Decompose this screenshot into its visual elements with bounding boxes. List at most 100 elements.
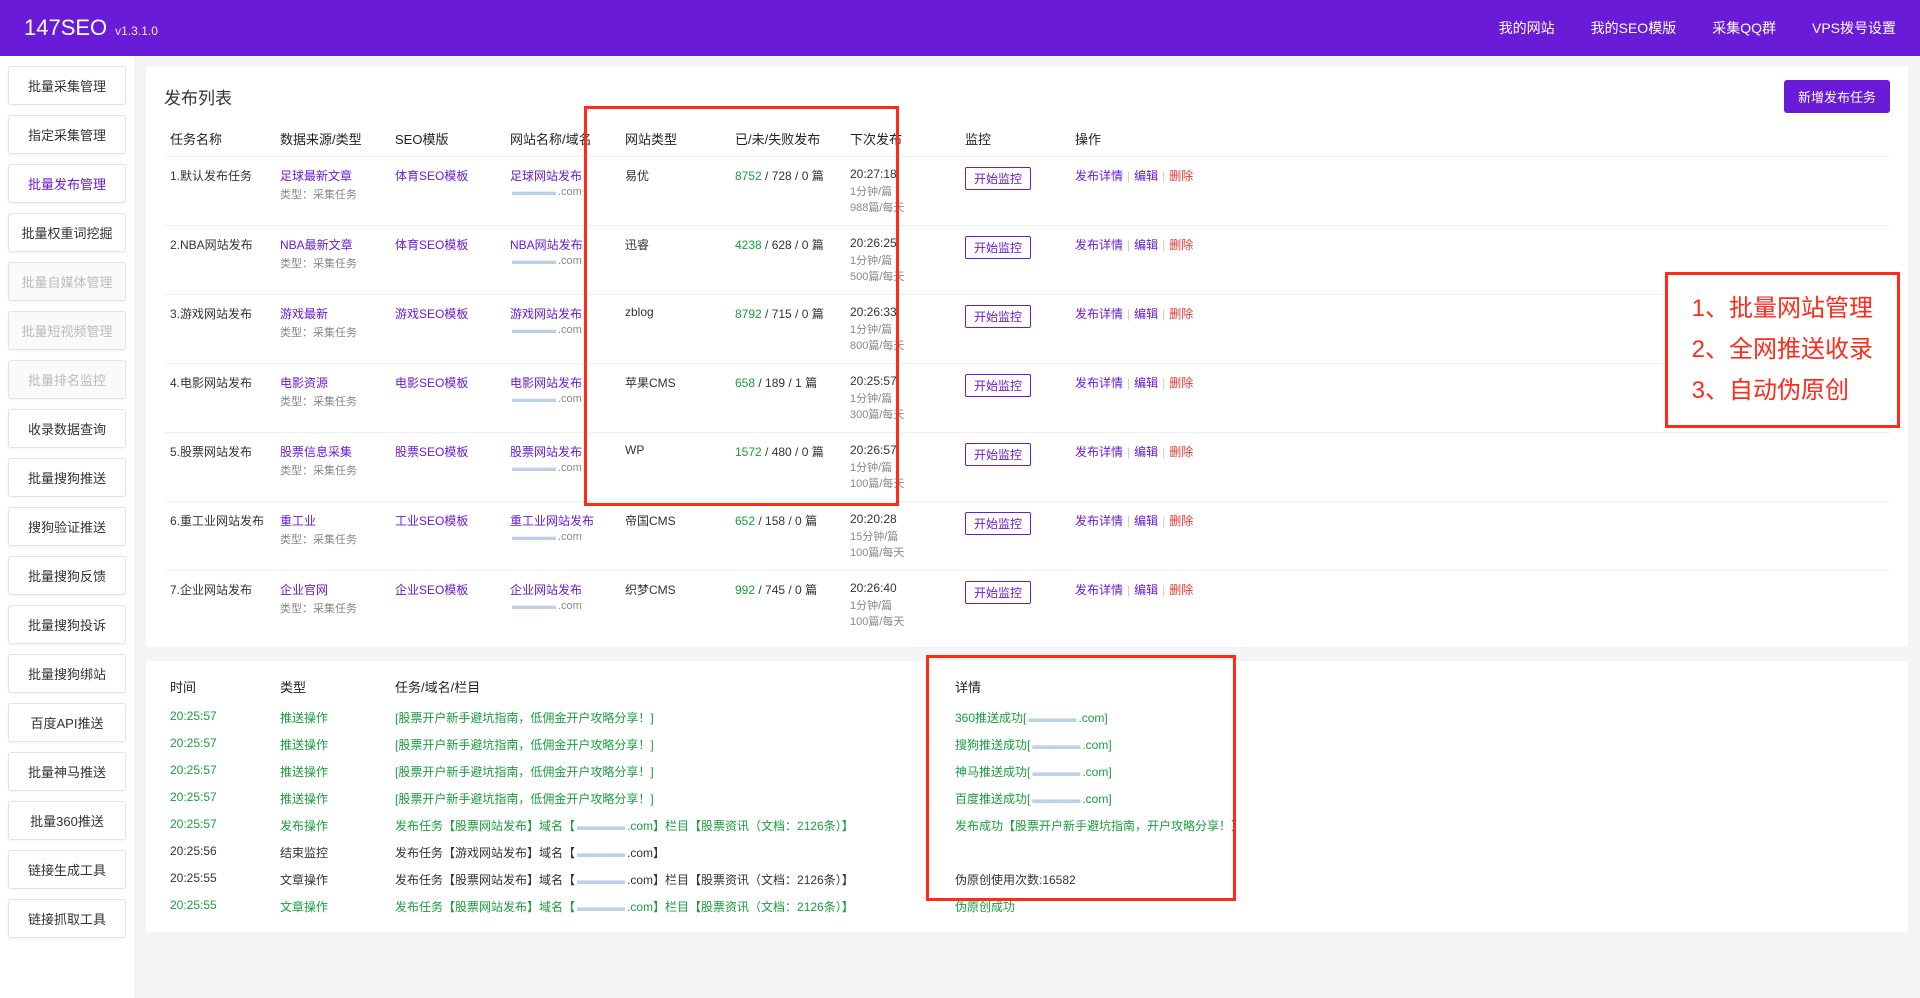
task-name: 2.NBA网站发布 [164, 226, 274, 295]
detail-link[interactable]: 发布详情 [1075, 445, 1123, 459]
detail-link[interactable]: 发布详情 [1075, 238, 1123, 252]
log-detail: 搜狗推送成功[▬▬▬▬.com] [949, 731, 1890, 758]
sidebar-item[interactable]: 批量搜狗推送 [8, 458, 126, 497]
template-link[interactable]: 游戏SEO模板 [395, 307, 468, 321]
site-link[interactable]: 电影网站发布 [510, 376, 582, 390]
source-link[interactable]: 企业官网 [280, 583, 328, 597]
site-link[interactable]: 股票网站发布 [510, 445, 582, 459]
monitor-button[interactable]: 开始监控 [965, 374, 1031, 397]
panel-title: 发布列表 [164, 84, 232, 109]
edit-link[interactable]: 编辑 [1134, 514, 1158, 528]
add-publish-task-button[interactable]: 新增发布任务 [1784, 80, 1890, 113]
topnav-item[interactable]: 我的网站 [1499, 18, 1555, 38]
column-header: 已/未/失败发布 [729, 121, 844, 157]
column-header: 网站名称/域名 [504, 121, 619, 157]
template-link[interactable]: 工业SEO模板 [395, 514, 468, 528]
sidebar-item[interactable]: 批量搜狗绑站 [8, 654, 126, 693]
edit-link[interactable]: 编辑 [1134, 169, 1158, 183]
log-row: 20:25:57推送操作[股票开户新手避坑指南，低佣金开户攻略分享！]360推送… [164, 704, 1890, 731]
template-link[interactable]: 电影SEO模板 [395, 376, 468, 390]
sidebar-item[interactable]: 批量360推送 [8, 801, 126, 840]
site-link[interactable]: 足球网站发布 [510, 169, 582, 183]
next-time: 20:26:571分钟/篇 100篇/每天 [844, 433, 959, 502]
topnav-item[interactable]: 我的SEO模版 [1591, 18, 1677, 38]
topnav-item[interactable]: 采集QQ群 [1712, 18, 1776, 38]
source-link[interactable]: 游戏最新 [280, 307, 328, 321]
template-link[interactable]: 企业SEO模板 [395, 583, 468, 597]
monitor-button[interactable]: 开始监控 [965, 443, 1031, 466]
sidebar-item[interactable]: 百度API推送 [8, 703, 126, 742]
sidebar-item[interactable]: 批量搜狗反馈 [8, 556, 126, 595]
template-link[interactable]: 体育SEO模板 [395, 238, 468, 252]
detail-link[interactable]: 发布详情 [1075, 583, 1123, 597]
sidebar-item[interactable]: 搜狗验证推送 [8, 507, 126, 546]
log-type: 推送操作 [274, 758, 389, 785]
log-row: 20:25:55文章操作发布任务【股票网站发布】域名【▬▬▬▬.com】栏目【股… [164, 866, 1890, 893]
delete-link[interactable]: 删除 [1169, 514, 1193, 528]
table-row: 6.重工业网站发布重工业类型：采集任务工业SEO模板重工业网站发布▬▬▬▬.co… [164, 502, 1890, 571]
monitor-button[interactable]: 开始监控 [965, 581, 1031, 604]
monitor-button[interactable]: 开始监控 [965, 236, 1031, 259]
detail-link[interactable]: 发布详情 [1075, 169, 1123, 183]
sidebar-item[interactable]: 链接生成工具 [8, 850, 126, 889]
sidebar-item: 批量自媒体管理 [8, 262, 126, 301]
delete-link[interactable]: 删除 [1169, 238, 1193, 252]
delete-link[interactable]: 删除 [1169, 376, 1193, 390]
sidebar-item[interactable]: 批量采集管理 [8, 66, 126, 105]
edit-link[interactable]: 编辑 [1134, 307, 1158, 321]
monitor-button[interactable]: 开始监控 [965, 512, 1031, 535]
detail-link[interactable]: 发布详情 [1075, 307, 1123, 321]
edit-link[interactable]: 编辑 [1134, 583, 1158, 597]
edit-link[interactable]: 编辑 [1134, 376, 1158, 390]
log-type: 推送操作 [274, 704, 389, 731]
brand-version: v1.3.1.0 [115, 24, 158, 38]
delete-link[interactable]: 删除 [1169, 583, 1193, 597]
sidebar-item[interactable]: 批量权重词挖掘 [8, 213, 126, 252]
sidebar-item[interactable]: 批量神马推送 [8, 752, 126, 791]
source-link[interactable]: 电影资源 [280, 376, 328, 390]
domain-sub: ▬▬▬▬.com [510, 186, 613, 198]
site-link[interactable]: 企业网站发布 [510, 583, 582, 597]
table-row: 7.企业网站发布企业官网类型：采集任务企业SEO模板企业网站发布▬▬▬▬.com… [164, 571, 1890, 640]
log-row: 20:25:57推送操作[股票开户新手避坑指南，低佣金开户攻略分享！]搜狗推送成… [164, 731, 1890, 758]
topnav-item[interactable]: VPS拨号设置 [1812, 18, 1896, 38]
detail-link[interactable]: 发布详情 [1075, 376, 1123, 390]
sidebar-item[interactable]: 批量发布管理 [8, 164, 126, 203]
site-link[interactable]: 游戏网站发布 [510, 307, 582, 321]
delete-link[interactable]: 删除 [1169, 169, 1193, 183]
sidebar-item[interactable]: 链接抓取工具 [8, 899, 126, 938]
edit-link[interactable]: 编辑 [1134, 238, 1158, 252]
template-link[interactable]: 股票SEO模板 [395, 445, 468, 459]
log-row: 20:25:57推送操作[股票开户新手避坑指南，低佣金开户攻略分享！]百度推送成… [164, 785, 1890, 812]
sidebar-item[interactable]: 收录数据查询 [8, 409, 126, 448]
source-link[interactable]: 股票信息采集 [280, 445, 352, 459]
detail-link[interactable]: 发布详情 [1075, 514, 1123, 528]
next-time: 20:20:2815分钟/篇 100篇/每天 [844, 502, 959, 571]
delete-link[interactable]: 删除 [1169, 445, 1193, 459]
monitor-button[interactable]: 开始监控 [965, 167, 1031, 190]
site-link[interactable]: 重工业网站发布 [510, 514, 594, 528]
log-time: 20:25:55 [164, 893, 274, 920]
next-time: 20:26:331分钟/篇 800篇/每天 [844, 295, 959, 364]
edit-link[interactable]: 编辑 [1134, 445, 1158, 459]
site-link[interactable]: NBA网站发布 [510, 238, 583, 252]
log-detail: 开始发布【股票开户新手避坑指南，低佣金开户攻略分享！】 [949, 920, 1890, 924]
log-task: 发布任务【游戏网站发布】域名【▬▬▬▬.com】 [389, 839, 949, 866]
source-link[interactable]: 重工业 [280, 514, 316, 528]
publish-table: 任务名称数据来源/类型SEO模版网站名称/域名网站类型已/未/失败发布下次发布监… [164, 121, 1890, 639]
sidebar-item[interactable]: 指定采集管理 [8, 115, 126, 154]
sidebar-item: 批量短视频管理 [8, 311, 126, 350]
template-link[interactable]: 体育SEO模板 [395, 169, 468, 183]
monitor-button[interactable]: 开始监控 [965, 305, 1031, 328]
domain-sub: ▬▬▬▬.com [510, 462, 613, 474]
next-time: 20:26:251分钟/篇 500篇/每天 [844, 226, 959, 295]
delete-link[interactable]: 删除 [1169, 307, 1193, 321]
log-type: 结束监控 [274, 839, 389, 866]
source-sub: 类型：采集任务 [280, 393, 383, 409]
site-type: WP [619, 433, 729, 502]
log-time: 20:25:57 [164, 785, 274, 812]
source-link[interactable]: 足球最新文章 [280, 169, 352, 183]
domain-sub: ▬▬▬▬.com [510, 393, 613, 405]
source-link[interactable]: NBA最新文章 [280, 238, 353, 252]
sidebar-item[interactable]: 批量搜狗投诉 [8, 605, 126, 644]
